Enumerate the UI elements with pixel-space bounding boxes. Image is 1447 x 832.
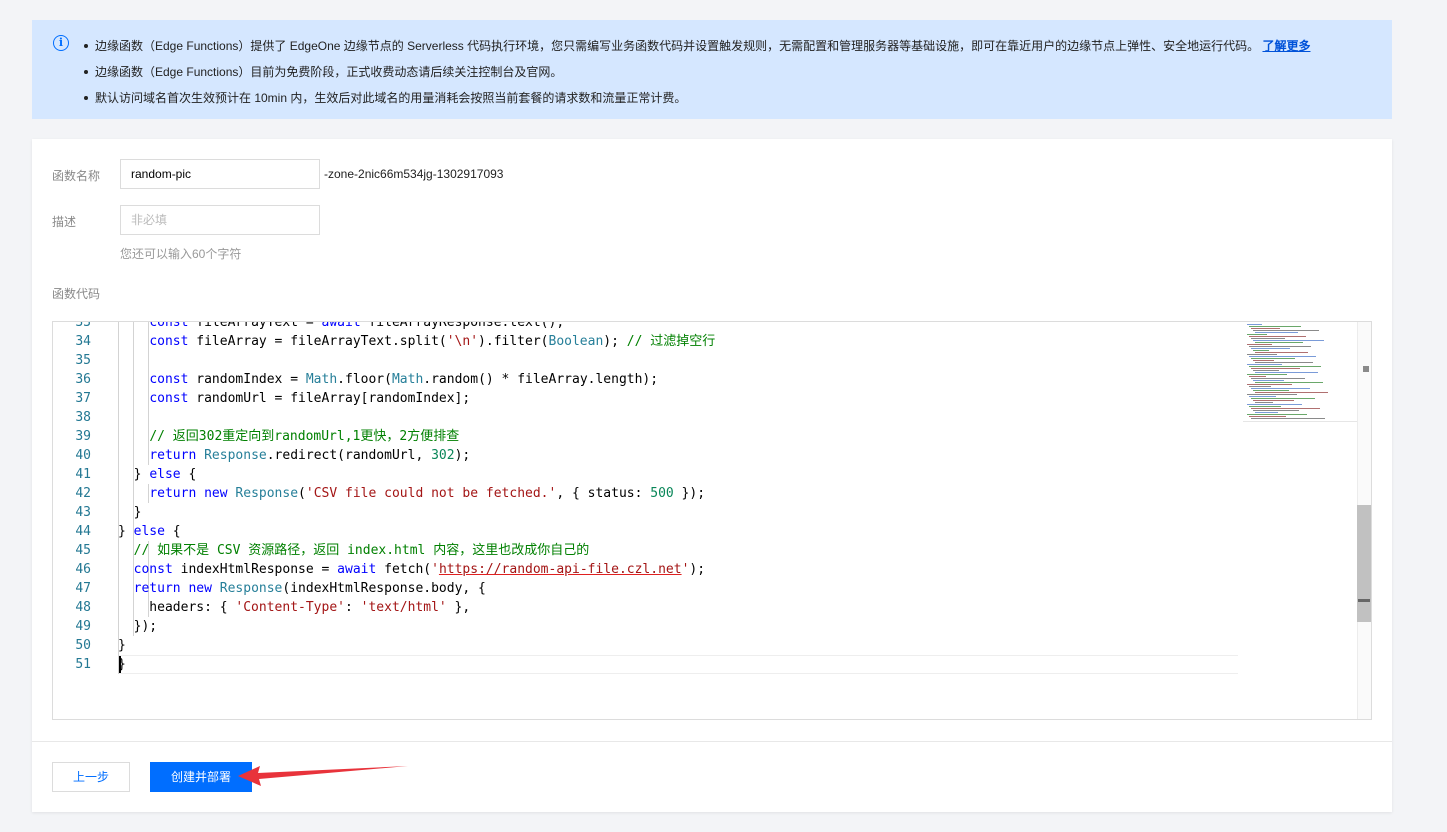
line-number: 36: [75, 372, 91, 387]
line-number: 49: [75, 619, 91, 634]
line-number: 45: [75, 543, 91, 558]
description-input[interactable]: [120, 205, 320, 235]
learn-more-link[interactable]: 了解更多: [1262, 39, 1310, 53]
line-number: 37: [75, 391, 91, 406]
editor-scrollbar[interactable]: [1357, 322, 1371, 719]
current-line-highlight: [118, 655, 1238, 674]
line-number: 42: [75, 486, 91, 501]
line-number: 40: [75, 448, 91, 463]
function-name-label: 函数名称: [52, 169, 101, 183]
description-hint: 您还可以输入60个字符: [120, 247, 242, 261]
text-cursor: [119, 656, 121, 673]
line-number: 41: [75, 467, 91, 482]
line-number: 38: [75, 410, 91, 425]
info-icon: i: [53, 35, 69, 51]
line-number: 39: [75, 429, 91, 444]
line-number: 43: [75, 505, 91, 520]
notice-item: 边缘函数（Edge Functions）提供了 EdgeOne 边缘节点的 Se…: [84, 33, 1310, 59]
line-number: 46: [75, 562, 91, 577]
function-code-label: 函数代码: [52, 287, 101, 301]
line-number-gutter: 33 34 35 36 37 38 39 40 41 42 43 44 45 46 47 48 49 50 51: [53, 322, 117, 719]
info-notice: i 边缘函数（Edge Functions）提供了 EdgeOne 边缘节点的 …: [32, 20, 1392, 119]
line-number: 48: [75, 600, 91, 615]
function-form-card: 函数名称 -zone-2nic66m534jg-1302917093 描述 您还…: [32, 139, 1392, 812]
description-label: 描述: [52, 215, 77, 229]
line-number: 47: [75, 581, 91, 596]
code-content[interactable]: const fileArrayText = await fileArrayRes…: [118, 322, 1238, 672]
previous-step-button[interactable]: 上一步: [52, 762, 130, 792]
scrollbar-thumb[interactable]: [1357, 505, 1371, 622]
function-name-suffix: -zone-2nic66m534jg-1302917093: [324, 167, 504, 181]
notice-item: 默认访问域名首次生效预计在 10min 内，生效后对此域名的用量消耗会按照当前套…: [84, 85, 1310, 111]
line-number: 34: [75, 334, 91, 349]
line-number: 35: [75, 353, 91, 368]
function-name-input[interactable]: [120, 159, 320, 189]
code-minimap[interactable]: [1243, 322, 1361, 422]
notice-list: 边缘函数（Edge Functions）提供了 EdgeOne 边缘节点的 Se…: [84, 33, 1310, 111]
code-editor[interactable]: 33 34 35 36 37 38 39 40 41 42 43 44 45 46 47 48 49 50 51 c…: [52, 321, 1372, 720]
line-number: 50: [75, 638, 91, 653]
annotation-arrow-icon: [238, 766, 408, 786]
line-number: 44: [75, 524, 91, 539]
footer-divider: [32, 741, 1392, 742]
line-number: 33: [75, 321, 91, 330]
notice-item: 边缘函数（Edge Functions）目前为免费阶段，正式收费动态请后续关注控…: [84, 59, 1310, 85]
line-number: 51: [75, 657, 91, 672]
